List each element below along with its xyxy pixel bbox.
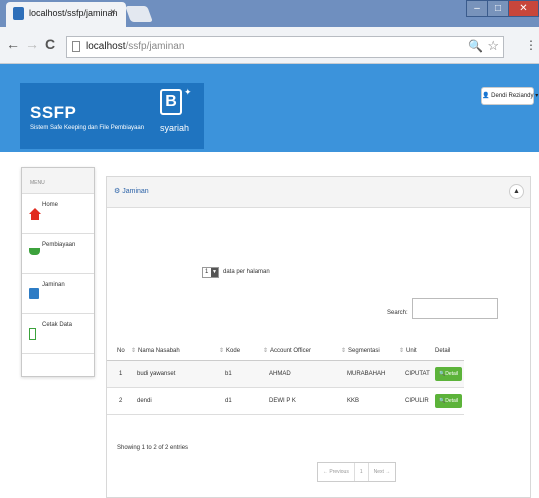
cell-nama: dendi: [131, 387, 219, 415]
url-host: localhost: [86, 41, 126, 52]
sidebar-item-home[interactable]: Home: [22, 194, 94, 234]
user-name: Dendi Reziandy: [491, 93, 534, 99]
tab-title: localhost/ssfp/jaminan: [29, 8, 118, 18]
cell-kode: d1: [219, 387, 263, 415]
chevron-down-icon: ▾: [535, 93, 539, 99]
gear-icon: ⚙: [114, 188, 121, 195]
table-row: 1 budi yawanset b1 AHMAD MURABAHAH CIPUT…: [107, 360, 464, 388]
browser-tabbar: localhost/ssfp/jaminan × – □ ✕: [0, 0, 539, 27]
back-arrow-icon[interactable]: ←: [6, 36, 20, 52]
column-header-unit[interactable]: ⇕ Unit: [399, 341, 435, 361]
cell-unit: CIPULIR: [399, 387, 435, 415]
sort-icon: ⇕: [263, 348, 269, 354]
sort-icon: ⇕: [131, 348, 137, 354]
forward-arrow-icon[interactable]: →: [25, 36, 39, 52]
column-header-nama[interactable]: ⇕ Nama Nasabah: [131, 341, 219, 361]
cell-no: 2: [107, 387, 131, 415]
user-icon: 👤: [482, 93, 490, 99]
cell-detail: 🔍Detail: [435, 360, 464, 388]
cart-icon: [29, 248, 40, 255]
reload-icon[interactable]: C: [45, 36, 55, 52]
cell-segmentasi: KKB: [341, 387, 399, 415]
app-logo[interactable]: SSFP Sistem Safe Keeping dan File Pembia…: [20, 83, 204, 149]
sort-icon: ⇕: [341, 348, 347, 354]
pagination-previous[interactable]: ← Previous: [318, 463, 355, 481]
sidebar-item-jaminan[interactable]: Jaminan: [22, 274, 94, 314]
bookmark-star-icon[interactable]: ☆: [487, 38, 499, 54]
table-header-row: No ⇕ Nama Nasabah ⇕ Kode ⇕ Account Officer …: [107, 341, 464, 361]
cell-kode: b1: [219, 360, 263, 388]
page-length-label: data per halaman: [223, 269, 270, 275]
table-row: 2 dendi d1 DEWI P K KKB CIPULIR 🔍Detail: [107, 387, 464, 415]
print-icon: [29, 328, 36, 340]
jaminan-panel: ⚙ Jaminan ▲ 1 ▼ data per halaman Search:…: [106, 176, 531, 498]
brand-word: syariah: [160, 123, 190, 133]
column-header-no[interactable]: No: [107, 341, 131, 361]
browser-tab[interactable]: localhost/ssfp/jaminan ×: [6, 2, 126, 27]
search-input[interactable]: [412, 298, 498, 319]
user-menu-button[interactable]: 👤 Dendi Reziandy ▾: [481, 87, 538, 105]
new-tab-button[interactable]: [125, 6, 153, 22]
detail-button[interactable]: 🔍Detail: [435, 367, 463, 381]
page-length-value: 1: [205, 269, 209, 275]
search-label: Search:: [387, 310, 408, 316]
window-maximize-button[interactable]: □: [487, 0, 509, 17]
app-header: SSFP Sistem Safe Keeping dan File Pembia…: [0, 64, 539, 152]
pagination: ← Previous 1 Next →: [317, 462, 397, 482]
url-path: /ssfp/jaminan: [125, 41, 185, 52]
column-header-account-officer[interactable]: ⇕ Account Officer: [263, 341, 341, 361]
page-length-select[interactable]: 1 ▼: [202, 267, 219, 278]
form-icon: [29, 288, 39, 299]
cell-account-officer: AHMAD: [263, 360, 341, 388]
sidebar-menu-header: MENU: [22, 168, 94, 194]
panel-title: ⚙ Jaminan: [114, 187, 149, 195]
browser-toolbar: ← → C localhost/ssfp/jaminan 🔍 ☆ ⋮: [0, 27, 539, 64]
logo-subtitle: Sistem Safe Keeping dan File Pembiayaan: [30, 125, 145, 131]
tab-close-icon[interactable]: ×: [110, 7, 116, 18]
panel-header: ⚙ Jaminan ▲: [107, 177, 530, 208]
sparkle-icon: ✦: [184, 87, 192, 97]
sidebar-item-label: Cetak Data: [42, 322, 73, 328]
logo-title: SSFP: [30, 103, 77, 122]
cell-no: 1: [107, 360, 131, 388]
browser-menu-icon[interactable]: ⋮: [525, 38, 537, 52]
page-favicon-icon: [13, 7, 24, 20]
pagination-page-1[interactable]: 1: [355, 463, 369, 481]
pagination-next[interactable]: Next →: [369, 463, 396, 481]
sidebar: MENU Home Pembiayaan Jaminan Cetak Data: [21, 167, 95, 377]
column-header-segmentasi[interactable]: ⇕ Segmentasi: [341, 341, 399, 361]
column-header-detail: Detail: [435, 341, 464, 361]
sidebar-item-label: Pembiayaan: [42, 242, 76, 248]
address-bar[interactable]: localhost/ssfp/jaminan 🔍 ☆: [66, 36, 504, 58]
chevron-down-icon: ▼: [211, 268, 218, 277]
jaminan-table: No ⇕ Nama Nasabah ⇕ Kode ⇕ Account Officer …: [107, 341, 464, 415]
sidebar-item-label: Jaminan: [42, 282, 65, 288]
bank-logo-icon: B: [160, 89, 182, 115]
sidebar-item-pembiayaan[interactable]: Pembiayaan: [22, 234, 94, 274]
cell-nama: budi yawanset: [131, 360, 219, 388]
zoom-icon[interactable]: 🔍: [468, 39, 483, 53]
sidebar-item-label: Home: [42, 202, 59, 208]
page-icon: [72, 41, 80, 52]
home-icon: [29, 208, 41, 220]
panel-title-text: Jaminan: [122, 188, 149, 195]
sidebar-item-cetak-data[interactable]: Cetak Data: [22, 314, 94, 354]
sort-icon: ⇕: [399, 348, 405, 354]
sort-icon: ⇕: [219, 348, 225, 354]
cell-segmentasi: MURABAHAH: [341, 360, 399, 388]
table-info: Showing 1 to 2 of 2 entries: [117, 445, 189, 451]
address-url: localhost/ssfp/jaminan: [86, 41, 184, 52]
cell-unit: CIPUTAT: [399, 360, 435, 388]
cell-detail: 🔍Detail: [435, 387, 464, 415]
collapse-button[interactable]: ▲: [509, 184, 524, 199]
detail-button[interactable]: 🔍Detail: [435, 394, 463, 408]
window-minimize-button[interactable]: –: [466, 0, 488, 17]
window-close-button[interactable]: ✕: [508, 0, 539, 17]
cell-account-officer: DEWI P K: [263, 387, 341, 415]
column-header-kode[interactable]: ⇕ Kode: [219, 341, 263, 361]
